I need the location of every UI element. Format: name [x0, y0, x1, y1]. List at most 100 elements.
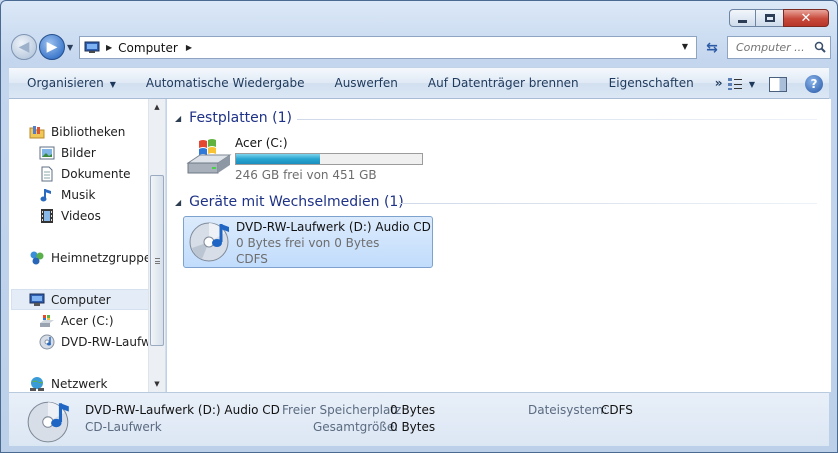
organize-label: Organisieren: [27, 76, 104, 90]
search-icon[interactable]: [814, 41, 826, 53]
nav-label: Musik: [61, 187, 96, 202]
group-title: Geräte mit Wechselmedien (1): [189, 194, 404, 210]
music-icon: [40, 188, 51, 201]
nav-label: Videos: [61, 208, 101, 223]
search-box[interactable]: [727, 36, 831, 59]
nav-item-pictures[interactable]: Bilder: [39, 142, 96, 163]
breadcrumb-computer[interactable]: Computer: [118, 41, 178, 55]
properties-button[interactable]: Eigenschaften: [594, 67, 709, 99]
breadcrumb-separator-icon[interactable]: ▶: [186, 43, 192, 52]
explorer-window: ✕ ◀ ▶ ▼ ▶ Computer ▶ ▼ ⇆ Organisiere: [0, 0, 838, 453]
nav-label: Netzwerk: [51, 376, 108, 391]
content-area: ◢ Festplatten (1) Acer (C:) 246 GB frei …: [167, 99, 831, 392]
close-icon: ✕: [800, 10, 812, 26]
hard-drive-icon: [183, 133, 235, 181]
nav-item-drive-d[interactable]: DVD-RW-Laufwerk (D:) Audio CD: [39, 331, 149, 352]
view-options-dropdown-icon[interactable]: ▼: [749, 80, 755, 89]
drive-c-text: Acer (C:) 246 GB frei von 451 GB: [235, 133, 423, 185]
chevron-down-icon: ▼: [109, 80, 116, 89]
change-view-button[interactable]: [721, 77, 749, 91]
details-free-label: Freier Speicherplatz:: [282, 403, 406, 417]
drive-tile-c[interactable]: Acer (C:) 246 GB frei von 451 GB: [183, 133, 433, 185]
nav-item-videos[interactable]: Videos: [39, 205, 101, 226]
drive-tile-d[interactable]: DVD-RW-Laufwerk (D:) Audio CD 0 Bytes fr…: [183, 216, 433, 268]
group-divider: [297, 119, 817, 120]
grip-icon: [155, 258, 160, 264]
drive-c-free: 246 GB frei von 451 GB: [235, 168, 377, 182]
nav-item-computer[interactable]: Computer: [11, 289, 149, 310]
address-dropdown-icon[interactable]: ▼: [682, 42, 688, 51]
refresh-button[interactable]: ⇆: [701, 36, 723, 59]
recent-pages-dropdown-icon[interactable]: ▼: [67, 43, 73, 52]
group-removable[interactable]: ◢ Geräte mit Wechselmedien (1): [175, 192, 404, 212]
details-total-value: 0 Bytes: [390, 420, 436, 434]
details-type: CD-Laufwerk: [85, 420, 162, 434]
eject-button[interactable]: Auswerfen: [319, 67, 412, 99]
burn-button[interactable]: Auf Datenträger brennen: [413, 67, 594, 99]
details-name: DVD-RW-Laufwerk (D:) Audio CD: [85, 403, 280, 417]
breadcrumb-separator-icon[interactable]: ▶: [106, 43, 112, 52]
cd-drive-icon: [39, 334, 55, 349]
details-fs-label: Dateisystem:: [528, 403, 608, 417]
drive-d-free: 0 Bytes frei von 0 Bytes: [236, 236, 380, 250]
search-input[interactable]: [736, 41, 812, 54]
nav-item-network[interactable]: Netzwerk: [29, 373, 107, 392]
caption-buttons: ✕: [729, 9, 829, 27]
drive-d-text: DVD-RW-Laufwerk (D:) Audio CD 0 Bytes fr…: [236, 217, 431, 267]
scroll-up-icon[interactable]: ▲: [149, 99, 165, 115]
libraries-icon: [29, 125, 45, 138]
nav-item-libraries[interactable]: Bibliotheken: [29, 121, 125, 142]
nav-label: Dokumente: [61, 166, 131, 181]
forward-button[interactable]: ▶: [39, 34, 65, 60]
nav-label: Bibliotheken: [51, 124, 126, 139]
group-hard-disks[interactable]: ◢ Festplatten (1): [175, 108, 292, 128]
nav-item-documents[interactable]: Dokumente: [39, 163, 131, 184]
autoplay-button[interactable]: Automatische Wiedergabe: [131, 67, 320, 99]
details-pane: DVD-RW-Laufwerk (D:) Audio CD CD-Laufwer…: [9, 392, 829, 446]
nav-label: DVD-RW-Laufwerk (D:) Audio CD: [61, 334, 149, 349]
scrollbar-thumb[interactable]: [150, 175, 164, 346]
nav-item-drive-c[interactable]: Acer (C:): [39, 310, 114, 331]
maximize-icon: [764, 14, 775, 22]
back-arrow-icon: ◀: [18, 39, 30, 55]
drive-c-name: Acer (C:): [235, 136, 288, 150]
nav-item-music[interactable]: Musik: [39, 184, 96, 205]
homegroup-icon: [30, 251, 44, 264]
view-list-icon: [727, 78, 742, 90]
documents-icon: [41, 166, 53, 181]
minimize-button[interactable]: [729, 9, 756, 27]
collapse-triangle-icon[interactable]: ◢: [175, 114, 181, 123]
close-button[interactable]: ✕: [783, 9, 829, 27]
organize-button[interactable]: Organisieren ▼: [9, 67, 131, 99]
hard-drive-icon: [40, 314, 54, 327]
drive-c-usage-bar: [235, 153, 423, 165]
group-divider: [399, 203, 817, 204]
navigation-scrollbar[interactable]: ▲ ▼: [148, 99, 165, 392]
videos-icon: [41, 208, 53, 223]
cd-drive-icon: [184, 217, 236, 265]
help-icon: ?: [810, 77, 818, 91]
network-icon: [30, 376, 44, 391]
command-bar: Organisieren ▼ Automatische Wiedergabe Au…: [9, 67, 829, 99]
drive-d-filesystem: CDFS: [236, 252, 268, 266]
help-button[interactable]: ?: [805, 75, 823, 93]
navigation-tree: Bibliotheken Bilder Dokumente Musik Vide…: [9, 99, 149, 392]
address-bar[interactable]: ▶ Computer ▶ ▼: [79, 36, 697, 59]
cd-drive-icon: [27, 401, 69, 443]
pictures-icon: [39, 146, 55, 159]
nav-item-homegroup[interactable]: Heimnetzgruppe: [29, 247, 149, 268]
navigation-pane: Bibliotheken Bilder Dokumente Musik Vide…: [9, 99, 166, 392]
forward-arrow-icon: ▶: [46, 39, 58, 55]
back-button[interactable]: ◀: [11, 34, 37, 60]
collapse-triangle-icon[interactable]: ◢: [175, 198, 181, 207]
details-fs-value: CDFS: [601, 403, 633, 417]
computer-icon: [29, 293, 45, 306]
maximize-button[interactable]: [756, 9, 783, 27]
group-title: Festplatten (1): [189, 110, 292, 126]
nav-label: Computer: [51, 292, 111, 307]
usage-fill: [236, 154, 320, 164]
scroll-down-icon[interactable]: ▼: [149, 376, 165, 392]
preview-pane-button[interactable]: [769, 76, 787, 92]
computer-icon: [84, 41, 100, 53]
nav-label: Bilder: [61, 145, 96, 160]
